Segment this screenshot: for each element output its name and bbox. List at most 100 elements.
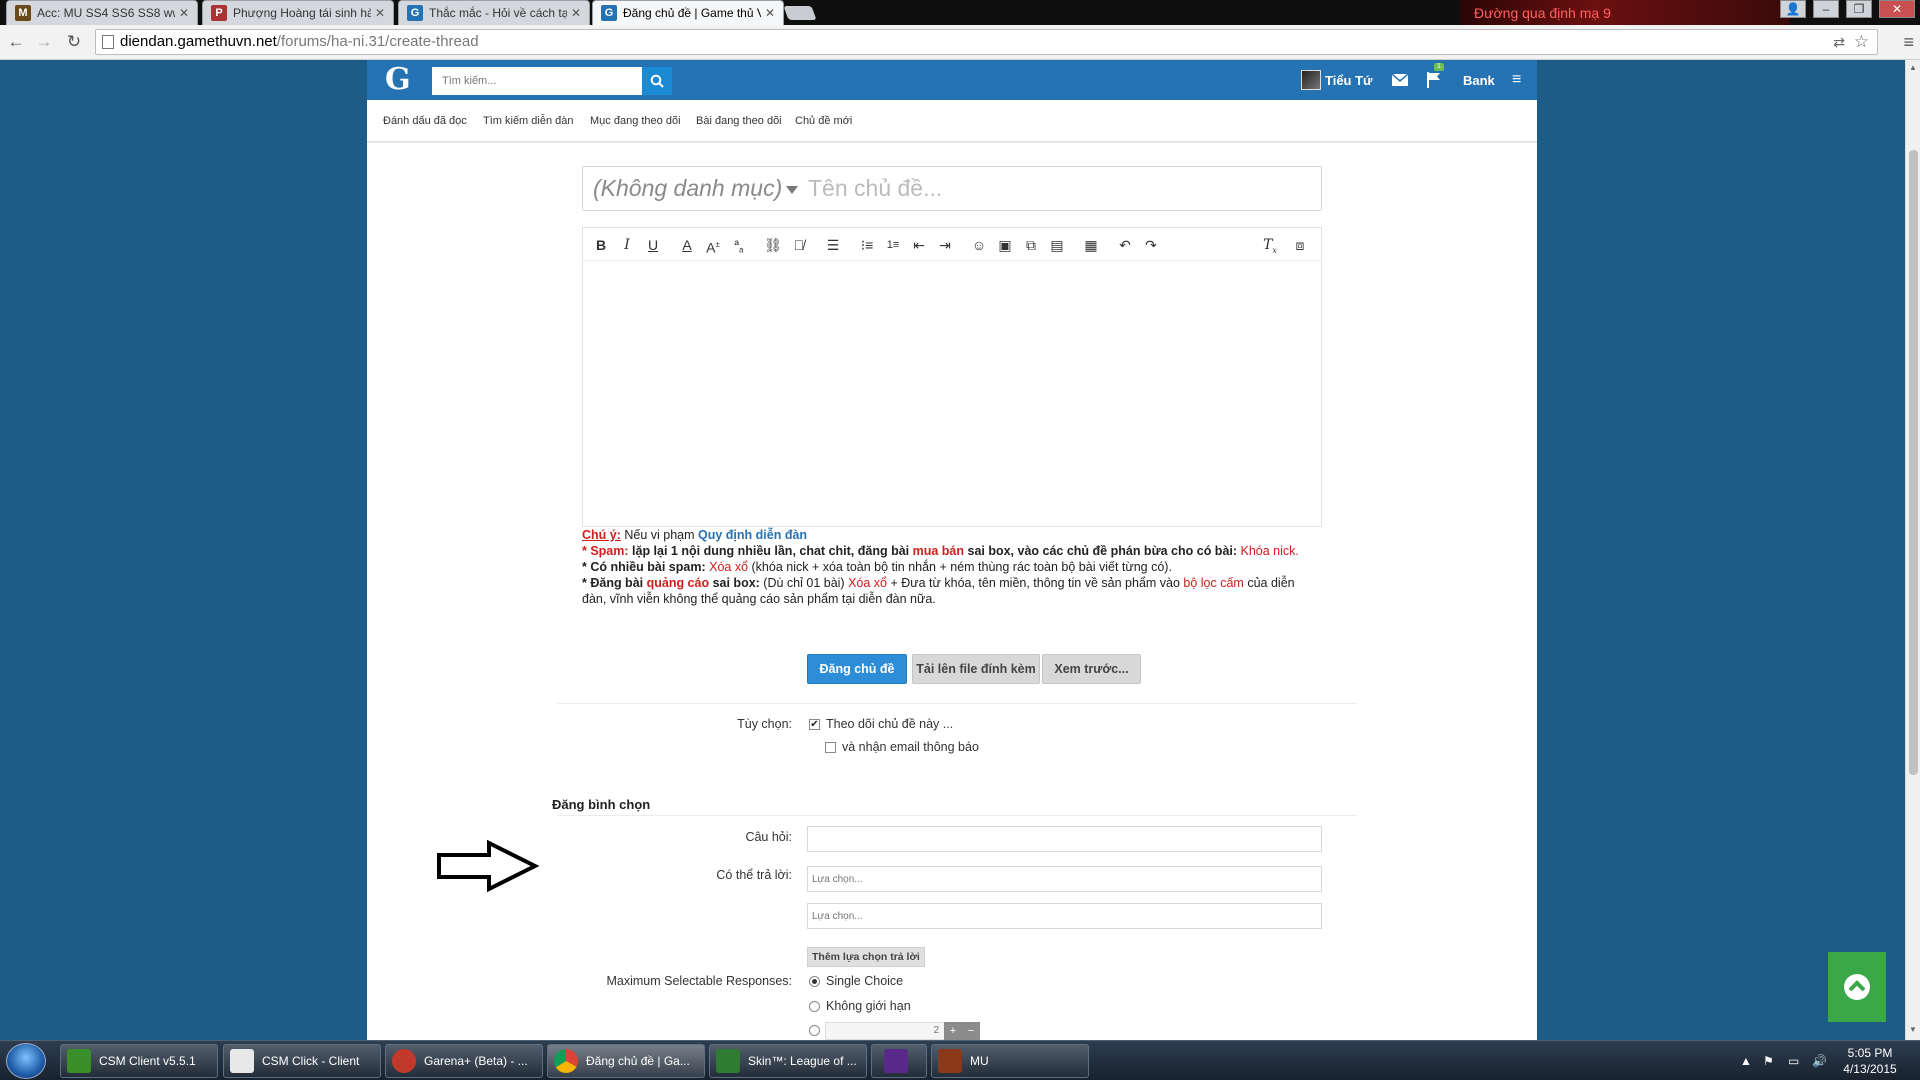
hamburger-menu-icon[interactable]: ≡ (1512, 60, 1521, 100)
start-button[interactable] (6, 1043, 46, 1079)
back-to-top-button[interactable] (1828, 952, 1886, 1022)
media-icon[interactable]: ⧉ (1021, 235, 1041, 255)
close-icon[interactable]: ✕ (571, 6, 581, 20)
font-size-icon[interactable]: A± (703, 235, 723, 256)
scroll-up-icon[interactable]: ▲ (1909, 63, 1917, 72)
system-clock[interactable]: 5:05 PM 4/13/2015 (1830, 1045, 1910, 1077)
poll-choice-input[interactable] (807, 866, 1322, 892)
numbered-list-icon[interactable]: 1≡ (883, 235, 903, 255)
prefix-dropdown[interactable]: (Không danh mục) (593, 175, 799, 202)
smilie-icon[interactable]: ☺ (969, 235, 989, 255)
search-input[interactable] (432, 67, 642, 95)
add-choice-button[interactable]: Thêm lựa chọn trả lời (807, 947, 925, 967)
new-threads-link[interactable]: Chủ đề mới (795, 115, 852, 127)
unlimited-option[interactable]: Không giới hạn (809, 999, 911, 1013)
post-thread-button[interactable]: Đăng chủ đề (807, 654, 907, 684)
user-menu[interactable]: Tiểu Tứ (1301, 60, 1372, 100)
mark-read-link[interactable]: Đánh dấu đã đọc (383, 115, 467, 127)
close-icon[interactable]: ✕ (375, 6, 385, 20)
font-family-icon[interactable]: ªa (729, 235, 749, 255)
unlink-icon[interactable]: ⛓̸ (789, 235, 809, 255)
email-notify-option[interactable]: và nhận email thông báo (825, 740, 979, 754)
scroll-down-icon[interactable]: ▼ (1909, 1025, 1917, 1034)
custom-count-radio[interactable] (809, 1025, 820, 1036)
close-window-button[interactable]: ✕ (1879, 0, 1915, 18)
site-logo[interactable]: G (385, 62, 411, 97)
minimize-button[interactable]: – (1813, 0, 1839, 18)
page-scrollbar[interactable]: ▲ ▼ (1905, 60, 1920, 1040)
taskbar-item[interactable]: CSM Client v5.5.1 (60, 1044, 218, 1078)
taskbar-item[interactable]: MU (931, 1044, 1089, 1078)
single-choice-option[interactable]: Single Choice (809, 974, 903, 988)
action-center-flag-icon[interactable]: ⚑ (1763, 1041, 1774, 1080)
bank-link[interactable]: Bank (1463, 60, 1495, 100)
underline-icon[interactable]: U (643, 235, 663, 255)
undo-icon[interactable]: ↶ (1115, 235, 1135, 255)
taskbar-item[interactable]: Skin™: League of ... (709, 1044, 867, 1078)
question-label: Câu hỏi: (745, 830, 792, 844)
thread-title-input[interactable]: Tên chủ đề... (808, 175, 942, 202)
new-tab-button[interactable] (783, 6, 817, 20)
remove-format-icon[interactable]: Tx (1260, 235, 1280, 255)
close-icon[interactable]: ✕ (179, 6, 189, 20)
taskbar-item[interactable]: Garena+ (Beta) - ... (385, 1044, 543, 1078)
restore-button[interactable]: ❐ (1846, 0, 1872, 18)
custom-count-option[interactable] (809, 1025, 826, 1036)
email-notify-checkbox[interactable] (825, 741, 836, 753)
rules-link[interactable]: Quy định diễn đàn (698, 528, 807, 542)
thread-title-box: (Không danh mục) Tên chủ đề... (582, 166, 1322, 211)
outdent-icon[interactable]: ⇤ (909, 235, 929, 255)
search-button[interactable] (642, 67, 672, 95)
watch-thread-option[interactable]: ✔ Theo dõi chủ đề này ... (809, 717, 953, 731)
browser-tab[interactable]: M Acc: MU SS4 SS6 SS8 www... ✕ (6, 0, 198, 25)
watched-threads-link[interactable]: Bài đang theo dõi (696, 115, 782, 127)
scrollbar-thumb[interactable] (1909, 150, 1918, 775)
back-arrow-icon[interactable]: ← (6, 32, 26, 52)
address-bar[interactable]: diendan.gamethuvn.net/forums/ha-ni.31/cr… (95, 29, 1878, 55)
align-icon[interactable]: ☰ (823, 235, 843, 255)
link-icon[interactable]: ⛓ (763, 235, 783, 255)
font-color-icon[interactable]: A (677, 235, 697, 255)
taskbar-item[interactable]: CSM Click - Client (223, 1044, 381, 1078)
poll-question-input[interactable] (807, 826, 1322, 852)
bullet-list-icon[interactable]: ⁝≡ (857, 235, 877, 255)
browser-tab[interactable]: P Phượng Hoàng tái sinh hà... ✕ (202, 0, 394, 25)
unlimited-radio[interactable] (809, 1000, 820, 1012)
poll-choice-input[interactable] (807, 903, 1322, 929)
watch-thread-checkbox[interactable]: ✔ (809, 718, 820, 730)
windows-taskbar: CSM Client v5.5.1 CSM Click - Client Gar… (0, 1040, 1920, 1080)
reload-icon[interactable]: ↻ (64, 32, 84, 52)
upload-attachment-button[interactable]: Tải lên file đính kèm (912, 654, 1040, 684)
taskbar-item[interactable] (871, 1044, 927, 1078)
page-icon (102, 35, 114, 49)
redo-icon[interactable]: ↷ (1141, 235, 1161, 255)
single-choice-radio[interactable] (809, 975, 820, 987)
browser-tab[interactable]: G Thắc mắc - Hỏi về cách tạ... ✕ (398, 0, 590, 25)
taskbar-item-active[interactable]: Đăng chủ đề | Ga... (547, 1044, 705, 1078)
chrome-menu-icon[interactable]: ≡ (1903, 32, 1914, 53)
italic-icon[interactable]: I (617, 235, 637, 255)
save-draft-icon[interactable]: ▦ (1081, 235, 1101, 255)
browser-tab-active[interactable]: G Đăng chủ đề | Game thủ V... ✕ (592, 0, 784, 25)
plus-icon[interactable]: + (944, 1022, 962, 1040)
bookmark-star-icon[interactable]: ☆ (1854, 30, 1869, 54)
insert-icon[interactable]: ▤ (1047, 235, 1067, 255)
indent-icon[interactable]: ⇥ (935, 235, 955, 255)
bold-icon[interactable]: B (591, 235, 611, 255)
translate-icon[interactable]: ⇄ (1833, 30, 1845, 54)
show-hidden-icons[interactable]: ▲ (1740, 1041, 1752, 1080)
image-icon[interactable]: ▣ (995, 235, 1015, 255)
forward-arrow-icon[interactable]: → (34, 32, 54, 52)
search-forums-link[interactable]: Tìm kiếm diễn đàn (483, 115, 573, 127)
account-icon[interactable]: 👤 (1780, 0, 1806, 18)
preview-button[interactable]: Xem trước... (1042, 654, 1141, 684)
close-icon[interactable]: ✕ (765, 6, 775, 20)
bbcode-toggle-icon[interactable]: ⧈ (1290, 235, 1310, 255)
message-editor[interactable]: B I U A A± ªa ⛓ ⛓̸ ☰ ⁝≡ 1≡ ⇤ ⇥ ☺ ▣ ⧉ ▤ ▦… (582, 227, 1322, 527)
minus-icon[interactable]: − (962, 1022, 980, 1040)
watched-forums-link[interactable]: Mục đang theo dõi (590, 115, 681, 127)
network-icon[interactable]: ▭ (1788, 1041, 1799, 1080)
response-count-stepper[interactable]: 2 + − (825, 1022, 980, 1040)
inbox-button[interactable] (1392, 60, 1408, 100)
volume-icon[interactable]: 🔊 (1812, 1041, 1827, 1080)
